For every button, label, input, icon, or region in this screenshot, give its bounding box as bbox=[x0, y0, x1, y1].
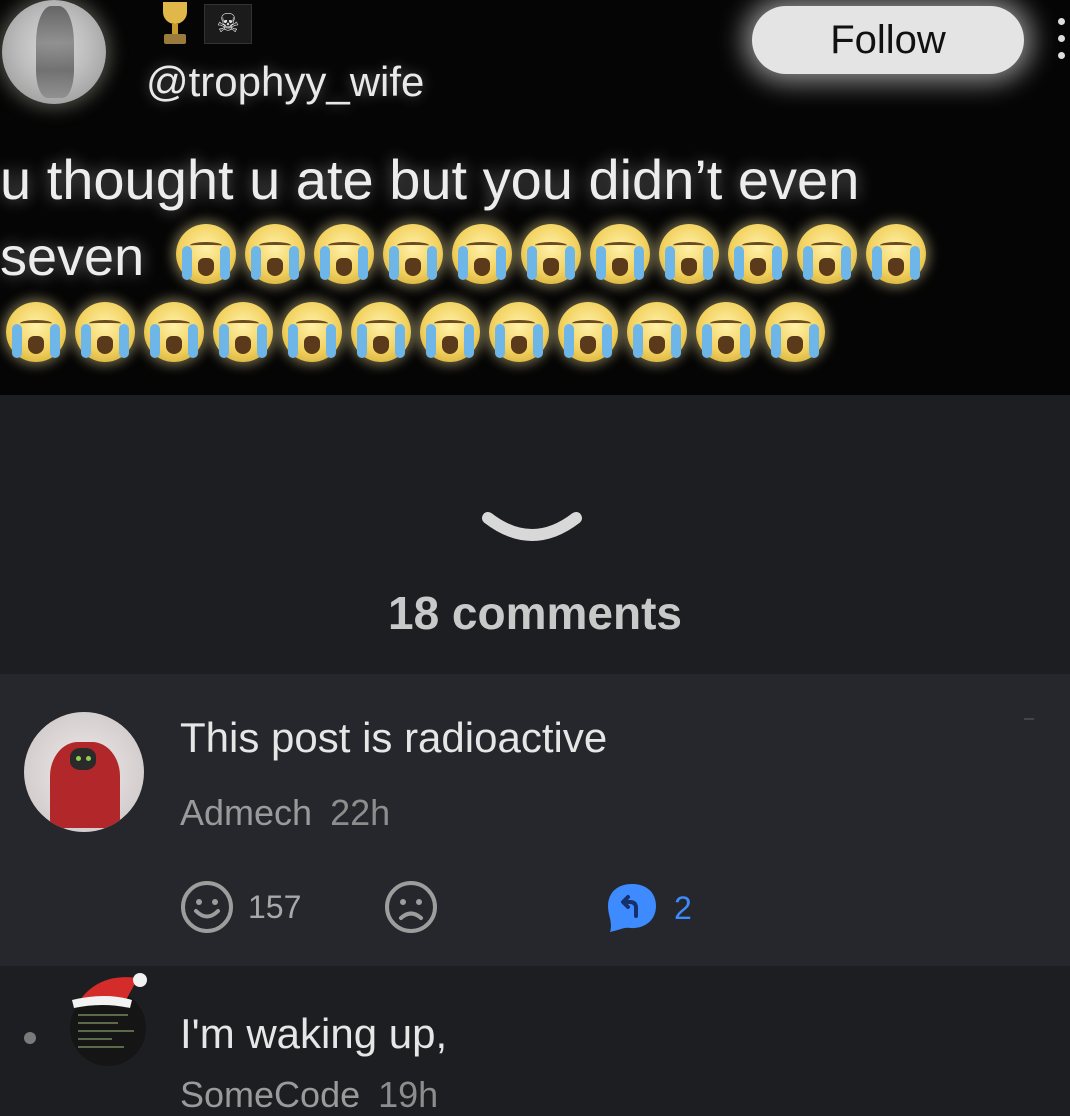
crying-face-icon bbox=[314, 224, 374, 284]
tweet-handle: @trophyy_wife bbox=[146, 58, 425, 105]
crying-face-icon bbox=[245, 224, 305, 284]
crying-face-icon bbox=[728, 224, 788, 284]
comment-time: 22h bbox=[330, 792, 391, 833]
tweet-avatar bbox=[2, 0, 106, 104]
crying-face-icon bbox=[489, 302, 549, 362]
comment-text: I'm waking up, bbox=[180, 1010, 448, 1057]
more-options-icon[interactable] bbox=[1058, 18, 1068, 78]
comment-text: This post is radioactive bbox=[180, 714, 608, 761]
comment-count: 18 comments bbox=[387, 587, 682, 639]
crying-face-icon bbox=[627, 302, 687, 362]
downvote-button[interactable] bbox=[384, 880, 438, 934]
crying-face-icon bbox=[558, 302, 618, 362]
profile-badges: ☠ bbox=[160, 0, 252, 48]
crying-face-icon bbox=[866, 224, 926, 284]
comment-meta: Admech 22h bbox=[180, 792, 390, 834]
follow-button[interactable]: Follow bbox=[752, 6, 1024, 74]
crying-face-icon bbox=[176, 224, 236, 284]
crying-face-icon bbox=[213, 302, 273, 362]
smile-icon bbox=[181, 881, 233, 933]
crying-face-icon bbox=[420, 302, 480, 362]
crying-face-icon bbox=[765, 302, 825, 362]
crying-face-icon bbox=[6, 302, 66, 362]
skull-flag-icon: ☠ bbox=[204, 4, 252, 44]
crying-face-icon bbox=[696, 302, 756, 362]
crying-face-icon bbox=[144, 302, 204, 362]
santa-hat-icon bbox=[72, 973, 147, 1008]
comment-meta: SomeCode 19h bbox=[180, 1074, 438, 1116]
frown-icon bbox=[385, 881, 437, 933]
crying-face-icon bbox=[797, 224, 857, 284]
emoji-row bbox=[6, 302, 825, 362]
crying-face-icon bbox=[383, 224, 443, 284]
thread-bullet bbox=[24, 1032, 36, 1044]
crying-face-icon bbox=[659, 224, 719, 284]
comment-author[interactable]: Admech bbox=[180, 792, 312, 833]
upvote-button[interactable]: 157 bbox=[180, 880, 301, 934]
crying-face-icon bbox=[75, 302, 135, 362]
crying-face-icon bbox=[351, 302, 411, 362]
comment-item: This post is radioactive Admech 22h 157 2 bbox=[0, 674, 1070, 966]
crying-face-icon bbox=[282, 302, 342, 362]
reply-count: 2 bbox=[674, 889, 692, 926]
reply-button[interactable]: 2 bbox=[604, 880, 692, 936]
divider bbox=[1024, 718, 1034, 720]
upvote-count: 157 bbox=[248, 888, 302, 925]
tweet-text-line2: seven bbox=[0, 227, 145, 287]
crying-face-icon bbox=[521, 224, 581, 284]
avatar[interactable] bbox=[24, 712, 144, 832]
reply-bubble-icon bbox=[608, 884, 656, 932]
trophy-icon bbox=[160, 2, 190, 46]
tweet-screenshot: ☠ @trophyy_wife Follow u thought u ate b… bbox=[0, 0, 1070, 395]
tweet-text-line1: u thought u ate but you didn’t even bbox=[0, 148, 860, 211]
chevron-down-icon[interactable] bbox=[480, 508, 584, 552]
comment-item: I'm waking up, SomeCode 19h bbox=[0, 966, 1070, 1115]
emoji-row bbox=[176, 224, 926, 284]
comment-time: 19h bbox=[378, 1074, 439, 1115]
crying-face-icon bbox=[452, 224, 512, 284]
comment-author[interactable]: SomeCode bbox=[180, 1074, 360, 1115]
crying-face-icon bbox=[590, 224, 650, 284]
